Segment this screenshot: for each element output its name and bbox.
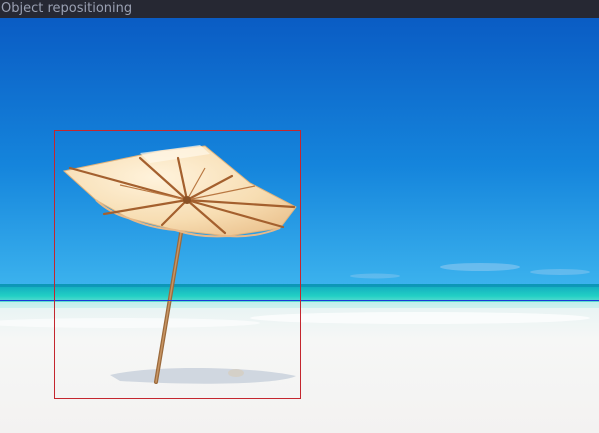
object-selection-box[interactable]	[54, 130, 301, 399]
window-title: Object repositioning	[0, 0, 599, 18]
image-canvas[interactable]	[0, 18, 599, 433]
app-window: Object repositioning	[0, 0, 599, 433]
